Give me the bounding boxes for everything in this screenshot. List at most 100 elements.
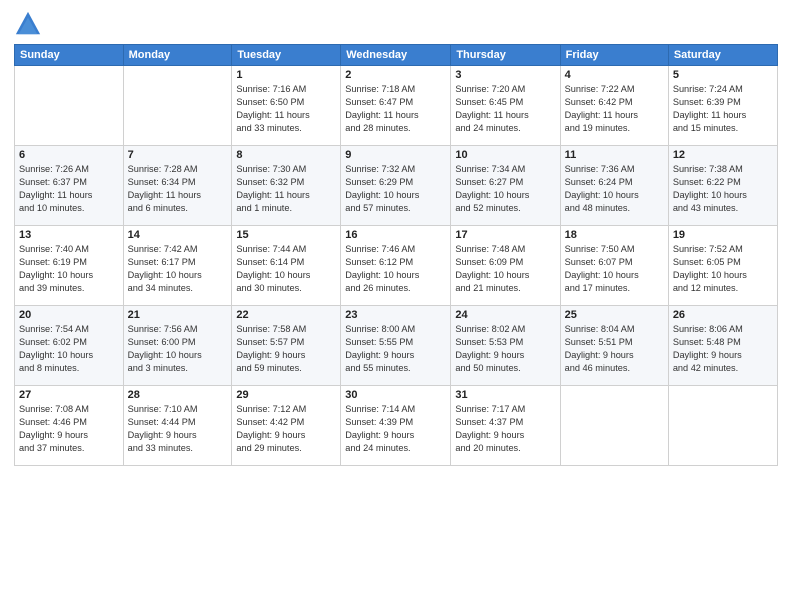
- day-number: 29: [236, 389, 336, 401]
- calendar-cell: 13 Sunrise: 7:40 AM Sunset: 6:19 PM Dayli…: [15, 226, 124, 306]
- week-row-4: 20 Sunrise: 7:54 AM Sunset: 6:02 PM Dayli…: [15, 306, 778, 386]
- day-number: 1: [236, 69, 336, 81]
- calendar-cell: 19 Sunrise: 7:52 AM Sunset: 6:05 PM Dayli…: [668, 226, 777, 306]
- calendar-cell: 7 Sunrise: 7:28 AM Sunset: 6:34 PM Daylig…: [123, 146, 232, 226]
- day-info: Sunrise: 7:44 AM Sunset: 6:14 PM Dayligh…: [236, 243, 336, 295]
- weekday-header-sunday: Sunday: [15, 45, 124, 66]
- week-row-2: 6 Sunrise: 7:26 AM Sunset: 6:37 PM Daylig…: [15, 146, 778, 226]
- day-number: 28: [128, 389, 228, 401]
- calendar-cell: 2 Sunrise: 7:18 AM Sunset: 6:47 PM Daylig…: [341, 66, 451, 146]
- day-number: 9: [345, 149, 446, 161]
- weekday-header-monday: Monday: [123, 45, 232, 66]
- calendar-cell: 16Sunrise: 7:46 AM Sunset: 6:12 PM Dayli…: [341, 226, 451, 306]
- day-info: Sunrise: 7:32 AM Sunset: 6:29 PM Dayligh…: [345, 163, 446, 215]
- calendar-cell: 8Sunrise: 7:30 AM Sunset: 6:32 PM Daylig…: [232, 146, 341, 226]
- day-number: 5: [673, 69, 773, 81]
- day-info: Sunrise: 7:28 AM Sunset: 6:34 PM Dayligh…: [128, 163, 228, 215]
- weekday-header-wednesday: Wednesday: [341, 45, 451, 66]
- weekday-header-row: SundayMondayTuesdayWednesdayThursdayFrid…: [15, 45, 778, 66]
- calendar-table: SundayMondayTuesdayWednesdayThursdayFrid…: [14, 44, 778, 466]
- day-number: 21: [128, 309, 228, 321]
- day-info: Sunrise: 7:42 AM Sunset: 6:17 PM Dayligh…: [128, 243, 228, 295]
- calendar-cell: 25 Sunrise: 8:04 AM Sunset: 5:51 PM Dayli…: [560, 306, 668, 386]
- calendar-cell: 14Sunrise: 7:42 AM Sunset: 6:17 PM Dayli…: [123, 226, 232, 306]
- day-info: Sunrise: 7:17 AM Sunset: 4:37 PM Dayligh…: [455, 403, 555, 455]
- day-info: Sunrise: 7:48 AM Sunset: 6:09 PM Dayligh…: [455, 243, 555, 295]
- calendar-cell: 18 Sunrise: 7:50 AM Sunset: 6:07 PM Dayli…: [560, 226, 668, 306]
- calendar-cell: 26Sunrise: 8:06 AM Sunset: 5:48 PM Dayli…: [668, 306, 777, 386]
- day-number: 3: [455, 69, 555, 81]
- day-number: 17: [455, 229, 555, 241]
- day-number: 11: [565, 149, 664, 161]
- calendar-cell: 17 Sunrise: 7:48 AM Sunset: 6:09 PM Dayli…: [451, 226, 560, 306]
- day-info: Sunrise: 7:52 AM Sunset: 6:05 PM Dayligh…: [673, 243, 773, 295]
- calendar-cell: 11 Sunrise: 7:36 AM Sunset: 6:24 PM Dayli…: [560, 146, 668, 226]
- day-info: Sunrise: 8:02 AM Sunset: 5:53 PM Dayligh…: [455, 323, 555, 375]
- day-number: 7: [128, 149, 228, 161]
- day-number: 15: [236, 229, 336, 241]
- calendar-cell: 21 Sunrise: 7:56 AM Sunset: 6:00 PM Dayli…: [123, 306, 232, 386]
- page: SundayMondayTuesdayWednesdayThursdayFrid…: [0, 0, 792, 612]
- day-number: 24: [455, 309, 555, 321]
- day-number: 27: [19, 389, 119, 401]
- day-number: 26: [673, 309, 773, 321]
- calendar-cell: 29 Sunrise: 7:12 AM Sunset: 4:42 PM Dayli…: [232, 386, 341, 466]
- weekday-header-friday: Friday: [560, 45, 668, 66]
- day-number: 13: [19, 229, 119, 241]
- day-info: Sunrise: 7:30 AM Sunset: 6:32 PM Dayligh…: [236, 163, 336, 215]
- calendar-cell: 6 Sunrise: 7:26 AM Sunset: 6:37 PM Daylig…: [15, 146, 124, 226]
- day-info: Sunrise: 7:50 AM Sunset: 6:07 PM Dayligh…: [565, 243, 664, 295]
- day-info: Sunrise: 7:10 AM Sunset: 4:44 PM Dayligh…: [128, 403, 228, 455]
- day-info: Sunrise: 7:56 AM Sunset: 6:00 PM Dayligh…: [128, 323, 228, 375]
- day-info: Sunrise: 7:58 AM Sunset: 5:57 PM Dayligh…: [236, 323, 336, 375]
- day-info: Sunrise: 7:20 AM Sunset: 6:45 PM Dayligh…: [455, 83, 555, 135]
- day-number: 6: [19, 149, 119, 161]
- day-info: Sunrise: 7:22 AM Sunset: 6:42 PM Dayligh…: [565, 83, 664, 135]
- calendar-cell: 1 Sunrise: 7:16 AM Sunset: 6:50 PM Daylig…: [232, 66, 341, 146]
- day-number: 2: [345, 69, 446, 81]
- calendar-cell: 20 Sunrise: 7:54 AM Sunset: 6:02 PM Dayli…: [15, 306, 124, 386]
- day-number: 16: [345, 229, 446, 241]
- weekday-header-thursday: Thursday: [451, 45, 560, 66]
- calendar-cell: 31Sunrise: 7:17 AM Sunset: 4:37 PM Dayli…: [451, 386, 560, 466]
- week-row-1: 1 Sunrise: 7:16 AM Sunset: 6:50 PM Daylig…: [15, 66, 778, 146]
- day-info: Sunrise: 8:00 AM Sunset: 5:55 PM Dayligh…: [345, 323, 446, 375]
- calendar-cell: [123, 66, 232, 146]
- day-info: Sunrise: 7:54 AM Sunset: 6:02 PM Dayligh…: [19, 323, 119, 375]
- logo-icon: [14, 10, 42, 38]
- calendar-cell: 27Sunrise: 7:08 AM Sunset: 4:46 PM Dayli…: [15, 386, 124, 466]
- calendar-cell: 3 Sunrise: 7:20 AM Sunset: 6:45 PM Daylig…: [451, 66, 560, 146]
- day-number: 22: [236, 309, 336, 321]
- calendar-cell: 12Sunrise: 7:38 AM Sunset: 6:22 PM Dayli…: [668, 146, 777, 226]
- header: [14, 10, 778, 38]
- day-info: Sunrise: 7:18 AM Sunset: 6:47 PM Dayligh…: [345, 83, 446, 135]
- day-number: 4: [565, 69, 664, 81]
- logo: [14, 10, 44, 38]
- week-row-3: 13 Sunrise: 7:40 AM Sunset: 6:19 PM Dayli…: [15, 226, 778, 306]
- weekday-header-tuesday: Tuesday: [232, 45, 341, 66]
- day-number: 19: [673, 229, 773, 241]
- day-info: Sunrise: 7:26 AM Sunset: 6:37 PM Dayligh…: [19, 163, 119, 215]
- calendar-cell: 24 Sunrise: 8:02 AM Sunset: 5:53 PM Dayli…: [451, 306, 560, 386]
- day-info: Sunrise: 8:04 AM Sunset: 5:51 PM Dayligh…: [565, 323, 664, 375]
- calendar-cell: 23Sunrise: 8:00 AM Sunset: 5:55 PM Dayli…: [341, 306, 451, 386]
- calendar-cell: 28 Sunrise: 7:10 AM Sunset: 4:44 PM Dayli…: [123, 386, 232, 466]
- day-info: Sunrise: 7:38 AM Sunset: 6:22 PM Dayligh…: [673, 163, 773, 215]
- weekday-header-saturday: Saturday: [668, 45, 777, 66]
- day-info: Sunrise: 7:40 AM Sunset: 6:19 PM Dayligh…: [19, 243, 119, 295]
- day-number: 18: [565, 229, 664, 241]
- calendar-cell: 4 Sunrise: 7:22 AM Sunset: 6:42 PM Daylig…: [560, 66, 668, 146]
- day-number: 30: [345, 389, 446, 401]
- day-info: Sunrise: 7:14 AM Sunset: 4:39 PM Dayligh…: [345, 403, 446, 455]
- calendar-cell: 9 Sunrise: 7:32 AM Sunset: 6:29 PM Daylig…: [341, 146, 451, 226]
- week-row-5: 27Sunrise: 7:08 AM Sunset: 4:46 PM Dayli…: [15, 386, 778, 466]
- day-info: Sunrise: 7:12 AM Sunset: 4:42 PM Dayligh…: [236, 403, 336, 455]
- calendar-cell: 5Sunrise: 7:24 AM Sunset: 6:39 PM Daylig…: [668, 66, 777, 146]
- calendar-cell: 15 Sunrise: 7:44 AM Sunset: 6:14 PM Dayli…: [232, 226, 341, 306]
- day-info: Sunrise: 7:16 AM Sunset: 6:50 PM Dayligh…: [236, 83, 336, 135]
- day-info: Sunrise: 7:36 AM Sunset: 6:24 PM Dayligh…: [565, 163, 664, 215]
- day-number: 25: [565, 309, 664, 321]
- calendar-cell: [15, 66, 124, 146]
- calendar-cell: 10Sunrise: 7:34 AM Sunset: 6:27 PM Dayli…: [451, 146, 560, 226]
- day-number: 20: [19, 309, 119, 321]
